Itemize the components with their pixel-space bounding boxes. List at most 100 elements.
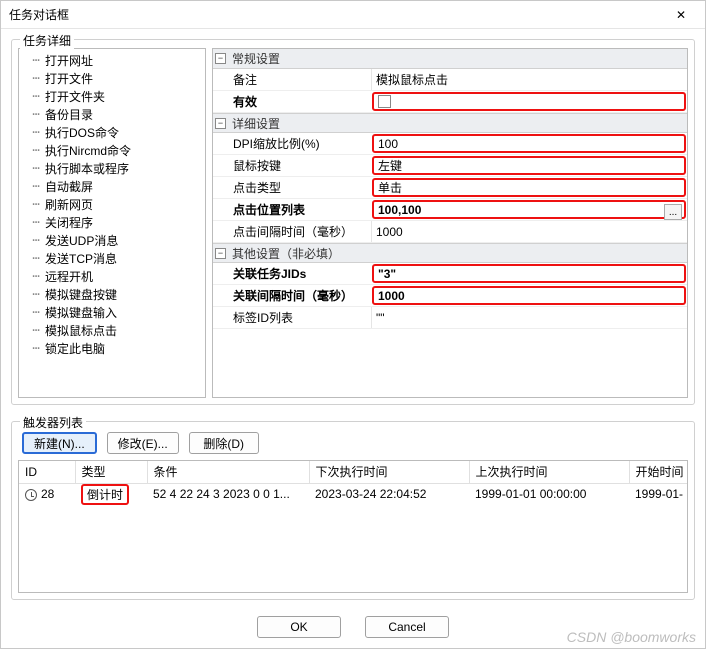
task-details-legend: 任务详细 bbox=[20, 32, 74, 49]
prop-label-dpi: DPI缩放比例(%) bbox=[213, 133, 371, 154]
cancel-button[interactable]: Cancel bbox=[365, 616, 449, 638]
tree-item[interactable]: ⋯打开文件 bbox=[19, 69, 205, 87]
tree-connector-icon: ⋯ bbox=[29, 215, 43, 229]
collapse-icon[interactable]: − bbox=[215, 248, 226, 259]
tree-connector-icon: ⋯ bbox=[29, 161, 43, 175]
col-cond[interactable]: 条件 bbox=[147, 461, 309, 483]
prop-value-enabled[interactable] bbox=[372, 92, 686, 111]
task-dialog: 任务对话框 ✕ 任务详细 ⋯打开网址 ⋯打开文件 ⋯打开文件夹 ⋯备份目录 ⋯执… bbox=[0, 0, 706, 649]
collapse-icon[interactable]: − bbox=[215, 118, 226, 129]
tree-connector-icon: ⋯ bbox=[29, 341, 43, 355]
edit-positions-button[interactable]: ... bbox=[664, 204, 682, 220]
prop-value-gap[interactable]: 1000 bbox=[372, 286, 686, 305]
window-title: 任务对话框 bbox=[9, 6, 665, 23]
tree-connector-icon: ⋯ bbox=[29, 305, 43, 319]
triggers-group: 触发器列表 新建(N)... 修改(E)... 删除(D) ID 类型 条件 下… bbox=[11, 421, 695, 600]
prop-value-mousebtn[interactable]: 左键 bbox=[372, 156, 686, 175]
prop-group-title: 常规设置 bbox=[232, 50, 280, 67]
col-type[interactable]: 类型 bbox=[75, 461, 147, 483]
property-grid: − 常规设置 备注 模拟鼠标点击 有效 − 详细设置 bbox=[212, 48, 688, 398]
triggers-legend: 触发器列表 bbox=[20, 414, 86, 431]
cell-type: 倒计时 bbox=[75, 483, 147, 505]
tree-connector-icon: ⋯ bbox=[29, 323, 43, 337]
prop-value-remark[interactable]: 模拟鼠标点击 bbox=[371, 69, 687, 90]
task-details-group: 任务详细 ⋯打开网址 ⋯打开文件 ⋯打开文件夹 ⋯备份目录 ⋯执行DOS命令 ⋯… bbox=[11, 39, 695, 405]
tree-connector-icon: ⋯ bbox=[29, 89, 43, 103]
tree-connector-icon: ⋯ bbox=[29, 251, 43, 265]
cell-cond: 52 4 22 24 3 2023 0 0 1... bbox=[147, 483, 309, 505]
prop-value-dpi[interactable]: 100 bbox=[372, 134, 686, 153]
tree-item[interactable]: ⋯锁定此电脑 bbox=[19, 339, 205, 357]
prop-label-gap: 关联间隔时间（毫秒） bbox=[213, 285, 371, 306]
tree-connector-icon: ⋯ bbox=[29, 71, 43, 85]
prop-group-detail[interactable]: − 详细设置 bbox=[213, 113, 687, 133]
tree-item[interactable]: ⋯执行脚本或程序 bbox=[19, 159, 205, 177]
tree-connector-icon: ⋯ bbox=[29, 125, 43, 139]
trigger-table: ID 类型 条件 下次执行时间 上次执行时间 开始时间 28 倒计 bbox=[19, 461, 688, 505]
prop-label-clickinterval: 点击间隔时间（毫秒） bbox=[213, 221, 371, 242]
col-start[interactable]: 开始时间 bbox=[629, 461, 688, 483]
edit-trigger-button[interactable]: 修改(E)... bbox=[107, 432, 179, 454]
col-id[interactable]: ID bbox=[19, 461, 75, 483]
tree-connector-icon: ⋯ bbox=[29, 197, 43, 211]
delete-trigger-button[interactable]: 删除(D) bbox=[189, 432, 259, 454]
prop-value-positions[interactable]: 100,100 ... bbox=[372, 200, 686, 219]
close-button[interactable]: ✕ bbox=[665, 5, 697, 25]
tree-connector-icon: ⋯ bbox=[29, 53, 43, 67]
tree-connector-icon: ⋯ bbox=[29, 269, 43, 283]
tree-item[interactable]: ⋯刷新网页 bbox=[19, 195, 205, 213]
tree-item[interactable]: ⋯发送TCP消息 bbox=[19, 249, 205, 267]
tree-connector-icon: ⋯ bbox=[29, 233, 43, 247]
tree-item[interactable]: ⋯模拟键盘按键 bbox=[19, 285, 205, 303]
close-icon: ✕ bbox=[676, 8, 686, 22]
dialog-footer: OK Cancel bbox=[1, 606, 705, 648]
col-last[interactable]: 上次执行时间 bbox=[469, 461, 629, 483]
tree-item[interactable]: ⋯备份目录 bbox=[19, 105, 205, 123]
new-trigger-button[interactable]: 新建(N)... bbox=[22, 432, 97, 454]
tree-item[interactable]: ⋯打开文件夹 bbox=[19, 87, 205, 105]
prop-label-positions: 点击位置列表 bbox=[213, 199, 371, 220]
trigger-row[interactable]: 28 倒计时 52 4 22 24 3 2023 0 0 1... 2023-0… bbox=[19, 483, 688, 505]
titlebar: 任务对话框 ✕ bbox=[1, 1, 705, 29]
tree-connector-icon: ⋯ bbox=[29, 107, 43, 121]
cell-id: 28 bbox=[19, 483, 75, 505]
clock-icon bbox=[25, 489, 37, 501]
tree-item[interactable]: ⋯模拟键盘输入 bbox=[19, 303, 205, 321]
prop-label-mousebtn: 鼠标按键 bbox=[213, 155, 371, 176]
tree-connector-icon: ⋯ bbox=[29, 143, 43, 157]
collapse-icon[interactable]: − bbox=[215, 53, 226, 64]
prop-group-title: 详细设置 bbox=[232, 115, 280, 132]
tree-item[interactable]: ⋯执行DOS命令 bbox=[19, 123, 205, 141]
checkbox-icon[interactable] bbox=[378, 95, 391, 108]
prop-value-clicktype[interactable]: 单击 bbox=[372, 178, 686, 197]
cell-start: 1999-01- bbox=[629, 483, 688, 505]
tree-item[interactable]: ⋯自动截屏 bbox=[19, 177, 205, 195]
prop-value-tabids[interactable]: "" bbox=[371, 307, 687, 328]
trigger-header-row: ID 类型 条件 下次执行时间 上次执行时间 开始时间 bbox=[19, 461, 688, 483]
tree-item[interactable]: ⋯远程开机 bbox=[19, 267, 205, 285]
tree-item[interactable]: ⋯打开网址 bbox=[19, 51, 205, 69]
prop-value-clickinterval[interactable]: 1000 bbox=[371, 221, 687, 242]
tree-item[interactable]: ⋯发送UDP消息 bbox=[19, 231, 205, 249]
prop-label-tabids: 标签ID列表 bbox=[213, 307, 371, 328]
trigger-table-wrap[interactable]: ID 类型 条件 下次执行时间 上次执行时间 开始时间 28 倒计 bbox=[18, 460, 688, 593]
tree-item[interactable]: ⋯执行Nircmd命令 bbox=[19, 141, 205, 159]
prop-value-jids[interactable]: "3" bbox=[372, 264, 686, 283]
prop-label-remark: 备注 bbox=[213, 69, 371, 90]
prop-label-jids: 关联任务JIDs bbox=[213, 263, 371, 284]
cell-next: 2023-03-24 22:04:52 bbox=[309, 483, 469, 505]
tree-connector-icon: ⋯ bbox=[29, 287, 43, 301]
tree-item[interactable]: ⋯模拟鼠标点击 bbox=[19, 321, 205, 339]
prop-group-other[interactable]: − 其他设置（非必填） bbox=[213, 243, 687, 263]
cell-last: 1999-01-01 00:00:00 bbox=[469, 483, 629, 505]
prop-group-general[interactable]: − 常规设置 bbox=[213, 49, 687, 69]
prop-group-title: 其他设置（非必填） bbox=[232, 245, 340, 262]
ok-button[interactable]: OK bbox=[257, 616, 341, 638]
col-next[interactable]: 下次执行时间 bbox=[309, 461, 469, 483]
prop-label-clicktype: 点击类型 bbox=[213, 177, 371, 198]
action-type-tree[interactable]: ⋯打开网址 ⋯打开文件 ⋯打开文件夹 ⋯备份目录 ⋯执行DOS命令 ⋯执行Nir… bbox=[18, 48, 206, 398]
tree-item[interactable]: ⋯关闭程序 bbox=[19, 213, 205, 231]
prop-label-enabled: 有效 bbox=[213, 91, 371, 112]
type-highlight: 倒计时 bbox=[81, 484, 129, 505]
tree-connector-icon: ⋯ bbox=[29, 179, 43, 193]
